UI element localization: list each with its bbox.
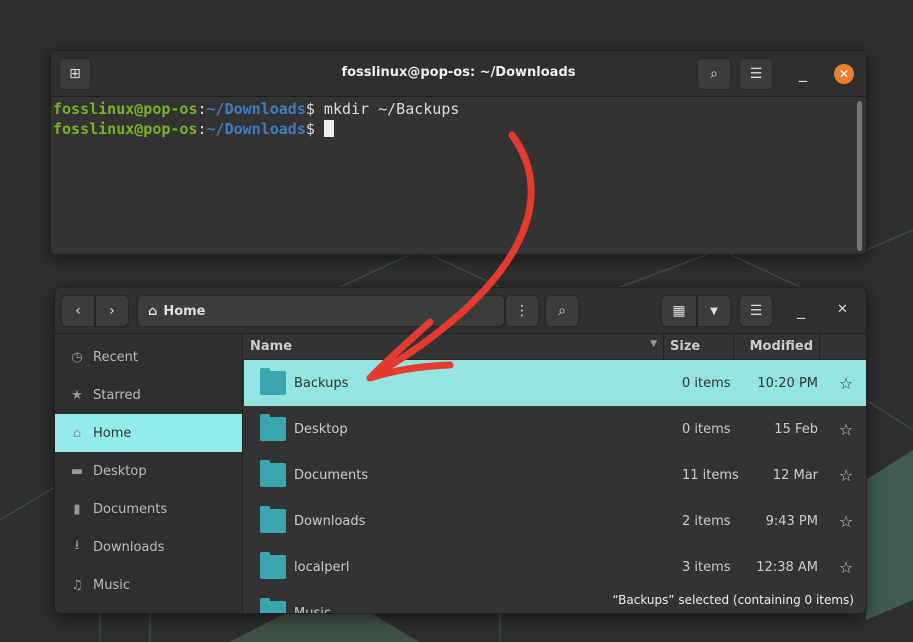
back-button[interactable]: ‹: [61, 295, 95, 327]
more-button[interactable]: ⋮: [505, 295, 539, 327]
sidebar-item-desktop[interactable]: ▬ Desktop: [55, 452, 242, 490]
column-name[interactable]: Name ▼: [244, 334, 664, 359]
search-button[interactable]: ⌕: [545, 295, 579, 327]
search-button[interactable]: ⌕: [697, 58, 731, 90]
grid-icon: ▦: [672, 303, 686, 319]
clock-icon: ◷: [71, 349, 83, 365]
file-row[interactable]: Backups 0 items 10:20 PM ☆: [244, 360, 866, 406]
terminal-line: fosslinux@pop-os:~/Downloads$ mkdir ~/Ba…: [53, 100, 460, 118]
file-row[interactable]: Documents 11 items 12 Mar ☆: [244, 452, 866, 498]
view-options-button[interactable]: ▼: [697, 295, 731, 327]
view-grid-button[interactable]: ▦: [661, 295, 697, 327]
terminal-line: fosslinux@pop-os:~/Downloads$: [53, 119, 864, 139]
star-icon[interactable]: ☆: [826, 420, 866, 439]
file-row[interactable]: localperl 3 items 12:38 AM ☆: [244, 544, 866, 590]
chevron-down-icon: ▼: [710, 305, 718, 317]
folder-icon: [260, 506, 286, 533]
hamburger-icon: ☰: [749, 303, 763, 319]
forward-button[interactable]: ›: [95, 295, 129, 327]
document-icon: ▮: [73, 501, 81, 517]
star-icon[interactable]: ☆: [826, 558, 866, 577]
file-row[interactable]: Desktop 0 items 15 Feb ☆: [244, 406, 866, 452]
search-icon: ⌕: [710, 66, 718, 82]
sort-down-icon: ▼: [650, 339, 657, 349]
home-icon: ⌂: [148, 303, 158, 319]
home-icon: ⌂: [72, 425, 82, 441]
menu-button[interactable]: ☰: [739, 58, 773, 90]
folder-icon: [260, 414, 286, 441]
sidebar-item-documents[interactable]: ▮ Documents: [55, 490, 242, 528]
sidebar-item-music[interactable]: ♫ Music: [55, 566, 242, 604]
file-list: Name ▼ Size Modified Backups 0 items 10:20 …: [244, 334, 866, 613]
star-icon[interactable]: ☆: [826, 512, 866, 531]
sidebar-item-starred[interactable]: ★ Starred: [55, 376, 242, 414]
terminal-window: ⊞ fosslinux@pop-os: ~/Downloads ⌕ ☰ _ ✕ …: [50, 50, 867, 255]
minimize-button[interactable]: _: [799, 63, 807, 82]
sidebar-item-downloads[interactable]: ⭳ Downloads: [55, 528, 242, 566]
folder-icon: [260, 368, 286, 395]
status-bar: “Backups” selected (containing 0 items): [610, 591, 856, 609]
menu-button[interactable]: ☰: [739, 295, 773, 327]
minimize-button[interactable]: _: [797, 300, 805, 319]
column-modified[interactable]: Modified: [734, 334, 820, 359]
desktop-icon: ▬: [70, 463, 84, 479]
star-icon: ★: [71, 387, 83, 403]
scrollbar[interactable]: [857, 101, 862, 251]
location-bar[interactable]: ⌂ Home: [137, 295, 505, 327]
sidebar-item-recent[interactable]: ◷ Recent: [55, 338, 242, 376]
folder-icon: [260, 598, 286, 613]
sidebar-item-home[interactable]: ⌂ Home: [55, 414, 242, 452]
close-button[interactable]: ✕: [834, 64, 854, 84]
terminal-output[interactable]: fosslinux@pop-os:~/Downloads$ mkdir ~/Ba…: [51, 97, 866, 254]
folder-icon: [260, 460, 286, 487]
cursor: [323, 120, 334, 137]
download-icon: ⭳: [74, 538, 80, 553]
hamburger-icon: ☰: [749, 66, 763, 82]
files-window: ‹ › ⌂ Home ⋮ ⌕ ▦ ▼ ☰ _ ✕ ◷ Recent ★ Starred ⌂…: [54, 287, 867, 614]
search-icon: ⌕: [558, 303, 566, 319]
sidebar: ◷ Recent ★ Starred ⌂ Home ▬ Desktop ▮ Documents ⭳ D…: [55, 334, 243, 613]
close-button[interactable]: ✕: [837, 302, 848, 317]
file-row[interactable]: Downloads 2 items 9:43 PM ☆: [244, 498, 866, 544]
star-icon[interactable]: ☆: [826, 466, 866, 485]
folder-icon: [260, 552, 286, 579]
star-icon[interactable]: ☆: [826, 374, 866, 393]
music-icon: ♫: [71, 577, 83, 593]
column-size[interactable]: Size: [664, 334, 734, 359]
